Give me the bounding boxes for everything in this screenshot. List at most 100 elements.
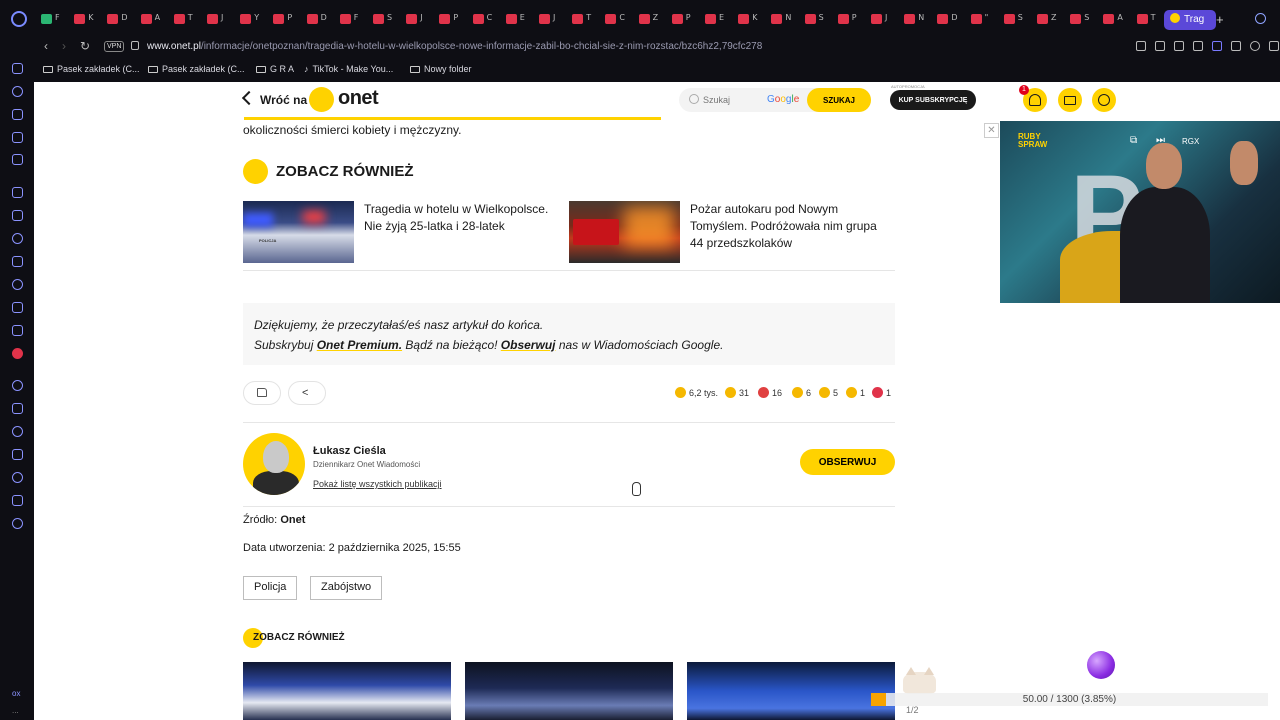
- tab-label[interactable]: S: [1018, 13, 1023, 22]
- follow-google-link[interactable]: Obserwuj: [501, 338, 556, 352]
- play-icon[interactable]: [1231, 41, 1241, 51]
- send-icon[interactable]: [12, 403, 23, 414]
- author-avatar[interactable]: [243, 433, 305, 495]
- tab-label[interactable]: E: [520, 13, 525, 22]
- back-chevron-icon[interactable]: [241, 90, 257, 106]
- reaction-item[interactable]: 5: [819, 387, 838, 398]
- instagram-icon[interactable]: [12, 279, 23, 290]
- tab-label[interactable]: D: [321, 13, 327, 22]
- reaction-item[interactable]: 6,2 tys.: [675, 387, 718, 398]
- related-title[interactable]: Pożar autokaru pod Nowym Tomyślem. Podró…: [690, 201, 890, 252]
- lock-icon[interactable]: [131, 41, 139, 50]
- tab-label[interactable]: T: [586, 13, 591, 22]
- recommended-thumbnail[interactable]: [687, 662, 895, 720]
- tab-favicon-icon[interactable]: [638, 14, 650, 24]
- tab-label[interactable]: S: [1084, 13, 1089, 22]
- bookmark-folder-4[interactable]: Nowy folder: [410, 64, 472, 74]
- related-title[interactable]: Tragedia w hotelu w Wielkopolsce. Nie ży…: [364, 201, 564, 235]
- sidebar-icon-3[interactable]: [12, 109, 23, 120]
- tab-favicon-icon[interactable]: [937, 14, 949, 24]
- video-control-label[interactable]: RGX: [1182, 137, 1199, 146]
- sidebar-label[interactable]: ox: [12, 689, 20, 698]
- video-close-button[interactable]: ✕: [984, 123, 999, 138]
- tab-label[interactable]: F: [354, 13, 359, 22]
- search-input[interactable]: [703, 91, 763, 109]
- related-article-card[interactable]: POLICJA Tragedia w hotelu w Wielkopolsce…: [243, 201, 569, 271]
- tab-label[interactable]: P: [453, 13, 458, 22]
- heart-icon[interactable]: [1250, 41, 1260, 51]
- tab-label[interactable]: D: [121, 13, 127, 22]
- bookmark-folder-1[interactable]: Pasek zakładek (C...: [43, 64, 140, 74]
- tab-favicon-icon[interactable]: [605, 14, 617, 24]
- tab-label[interactable]: N: [918, 13, 924, 22]
- tab-favicon-icon[interactable]: [539, 14, 550, 24]
- tab-favicon-icon[interactable]: [1103, 14, 1115, 24]
- sidebar-icon-2[interactable]: [12, 86, 23, 97]
- tab-favicon-icon[interactable]: [74, 14, 86, 24]
- tab-favicon-icon[interactable]: [970, 14, 982, 24]
- tab-favicon-icon[interactable]: [572, 14, 584, 24]
- tag-policja[interactable]: Policja: [243, 576, 298, 600]
- tab-favicon-icon[interactable]: [207, 14, 218, 24]
- sidebar-icon-4[interactable]: [12, 132, 23, 143]
- tab-favicon-icon[interactable]: [904, 14, 916, 24]
- tab-label[interactable]: J: [420, 13, 422, 22]
- tab-favicon-icon[interactable]: [41, 14, 52, 24]
- tab-label[interactable]: J: [221, 13, 223, 22]
- tab-favicon-icon[interactable]: [273, 14, 285, 24]
- url-field[interactable]: www.onet.pl/informacje/onetpoznan/traged…: [147, 41, 762, 52]
- related-article-card[interactable]: Pożar autokaru pod Nowym Tomyślem. Podró…: [569, 201, 895, 271]
- reaction-item[interactable]: 31: [725, 387, 749, 398]
- share-button[interactable]: <: [288, 381, 326, 405]
- onet-logo[interactable]: onet: [338, 87, 379, 110]
- history-icon[interactable]: [12, 472, 23, 483]
- onet-logo-dot[interactable]: [309, 87, 334, 112]
- floating-video-player[interactable]: P RUBY SPRAW ⧉ ⏭ RGX: [1000, 121, 1280, 303]
- author-name[interactable]: Łukasz Cieśla: [313, 445, 386, 457]
- recommended-thumbnail[interactable]: [243, 662, 451, 720]
- tab-favicon-icon[interactable]: [107, 14, 119, 24]
- tab-label[interactable]: T: [1151, 13, 1156, 22]
- telegram-icon[interactable]: [12, 256, 23, 267]
- tab-favicon-icon[interactable]: [140, 14, 152, 24]
- bookmark-folder-3[interactable]: G R A: [256, 64, 294, 74]
- snapshot-icon[interactable]: [1174, 41, 1184, 51]
- reload-icon[interactable]: ↻: [80, 39, 90, 53]
- tab-favicon-icon[interactable]: [1136, 14, 1148, 24]
- discord-icon[interactable]: [12, 325, 23, 336]
- tab-favicon-icon[interactable]: [871, 14, 882, 24]
- opera-logo-icon[interactable]: [11, 11, 27, 27]
- reaction-item[interactable]: 16: [758, 387, 782, 398]
- tab-label[interactable]: Z: [1051, 13, 1056, 22]
- spotify-icon[interactable]: [12, 380, 23, 391]
- tab-favicon-icon[interactable]: [1037, 14, 1048, 24]
- tab-label[interactable]: S: [819, 13, 824, 22]
- reaction-item[interactable]: 1: [872, 387, 891, 398]
- sidebar-icon-6[interactable]: [12, 187, 23, 198]
- tab-label[interactable]: N: [785, 13, 791, 22]
- related-thumbnail[interactable]: POLICJA: [243, 201, 354, 263]
- pin-icon[interactable]: [1155, 41, 1165, 51]
- related-thumbnail[interactable]: [569, 201, 680, 263]
- like-button[interactable]: [243, 381, 281, 405]
- tab-favicon-icon[interactable]: [406, 14, 418, 24]
- back-link[interactable]: Wróć na: [260, 93, 307, 107]
- popout-icon[interactable]: ⧉: [1130, 135, 1137, 146]
- author-publications-link[interactable]: Pokaż listę wszystkich publikacji: [313, 479, 442, 489]
- subscribe-button[interactable]: KUP SUBSKRYPCJĘ: [890, 90, 976, 110]
- tab-favicon-icon[interactable]: [738, 14, 750, 24]
- onet-premium-link[interactable]: Onet Premium.: [317, 338, 402, 352]
- sidebar-red-icon[interactable]: [12, 348, 23, 359]
- tab-favicon-icon[interactable]: [505, 14, 517, 24]
- tab-favicon-icon[interactable]: [1070, 14, 1082, 24]
- heart-icon[interactable]: [12, 426, 23, 437]
- shield-icon[interactable]: [1212, 41, 1222, 51]
- tab-label[interactable]: A: [155, 13, 160, 22]
- tab-favicon-icon[interactable]: [306, 14, 318, 24]
- tab-label[interactable]: C: [487, 13, 493, 22]
- tab-label[interactable]: P: [852, 13, 857, 22]
- tab-favicon-icon[interactable]: [804, 14, 816, 24]
- cube-icon[interactable]: [1269, 41, 1279, 51]
- next-icon[interactable]: ⏭: [1156, 135, 1165, 146]
- twitch-icon[interactable]: [12, 210, 23, 221]
